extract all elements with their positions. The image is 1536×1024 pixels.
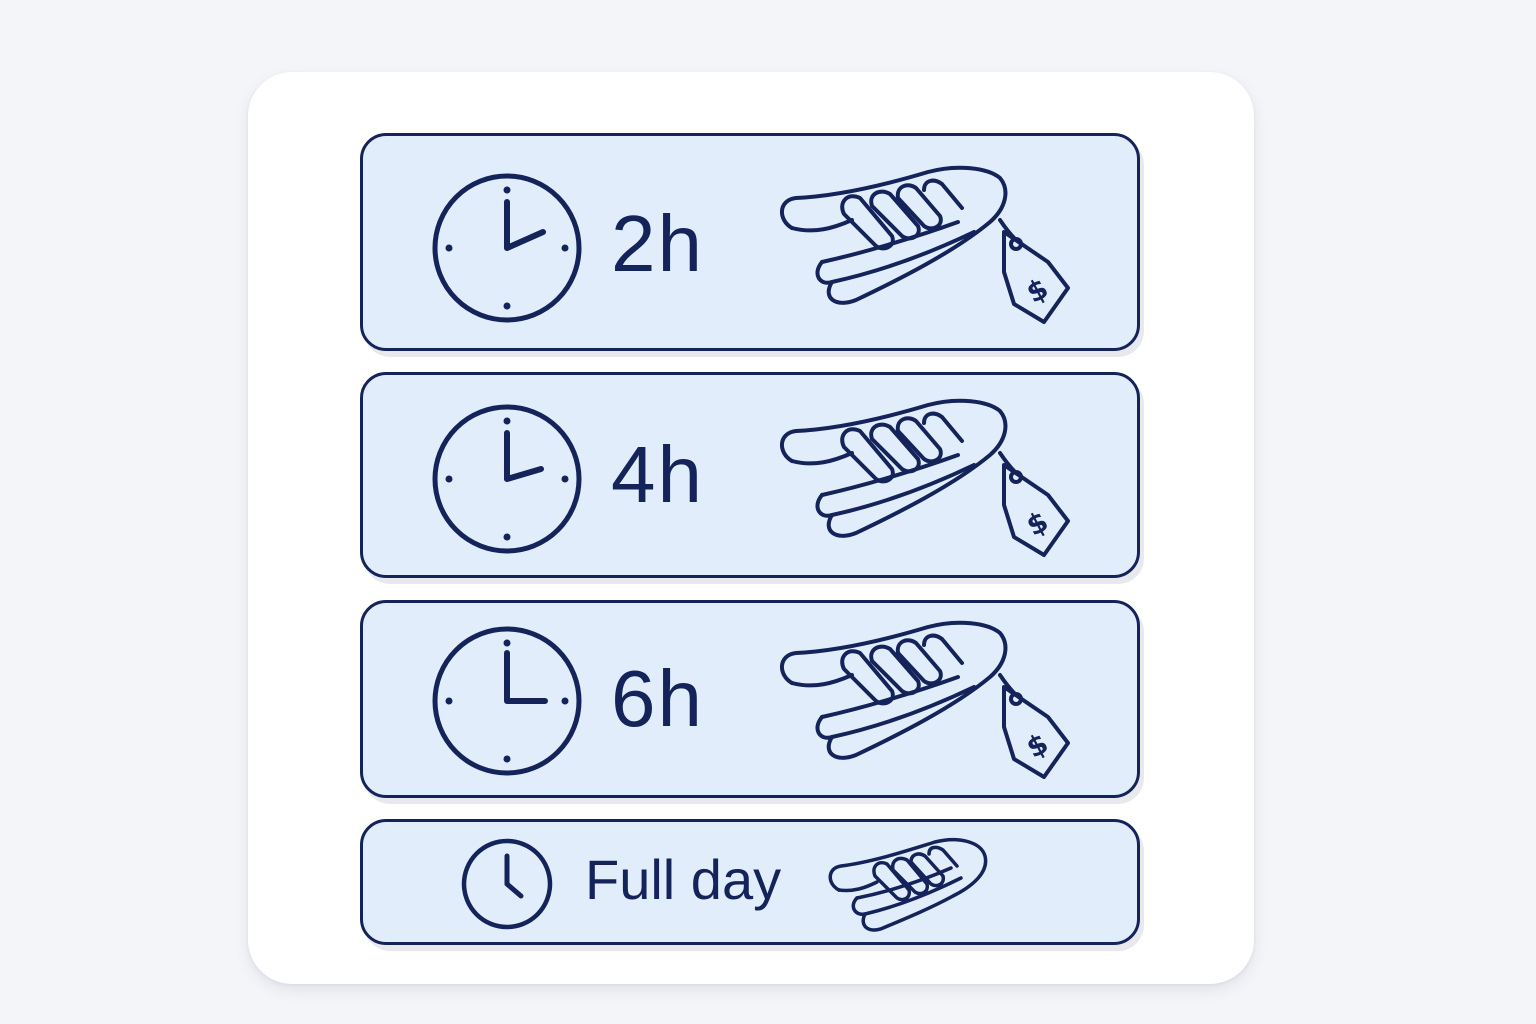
clock-icon — [461, 838, 553, 930]
duration-label: 6h — [611, 654, 704, 743]
duration-option-full-day[interactable]: Full day — [360, 819, 1140, 945]
duration-label: Full day — [585, 848, 782, 911]
duration-options: 2h $ 4h $ 6h $ Full day — [0, 0, 1536, 1024]
duration-option-4h[interactable]: 4h $ — [360, 372, 1140, 578]
hand-with-price-tag-icon: $ — [780, 620, 1070, 779]
hand-with-price-tag-icon: $ — [780, 165, 1070, 324]
duration-label: 4h — [611, 430, 704, 519]
clock-icon — [432, 404, 582, 554]
price-symbol: $ — [1021, 505, 1054, 543]
hand-icon — [828, 837, 988, 932]
duration-option-2h[interactable]: 2h $ — [360, 133, 1140, 351]
clock-icon — [432, 626, 582, 776]
price-symbol: $ — [1021, 727, 1054, 765]
duration-label: 2h — [611, 199, 704, 288]
clock-icon — [432, 173, 582, 323]
price-symbol: $ — [1021, 272, 1054, 310]
duration-option-6h[interactable]: 6h $ — [360, 600, 1140, 798]
hand-with-price-tag-icon: $ — [780, 398, 1070, 557]
